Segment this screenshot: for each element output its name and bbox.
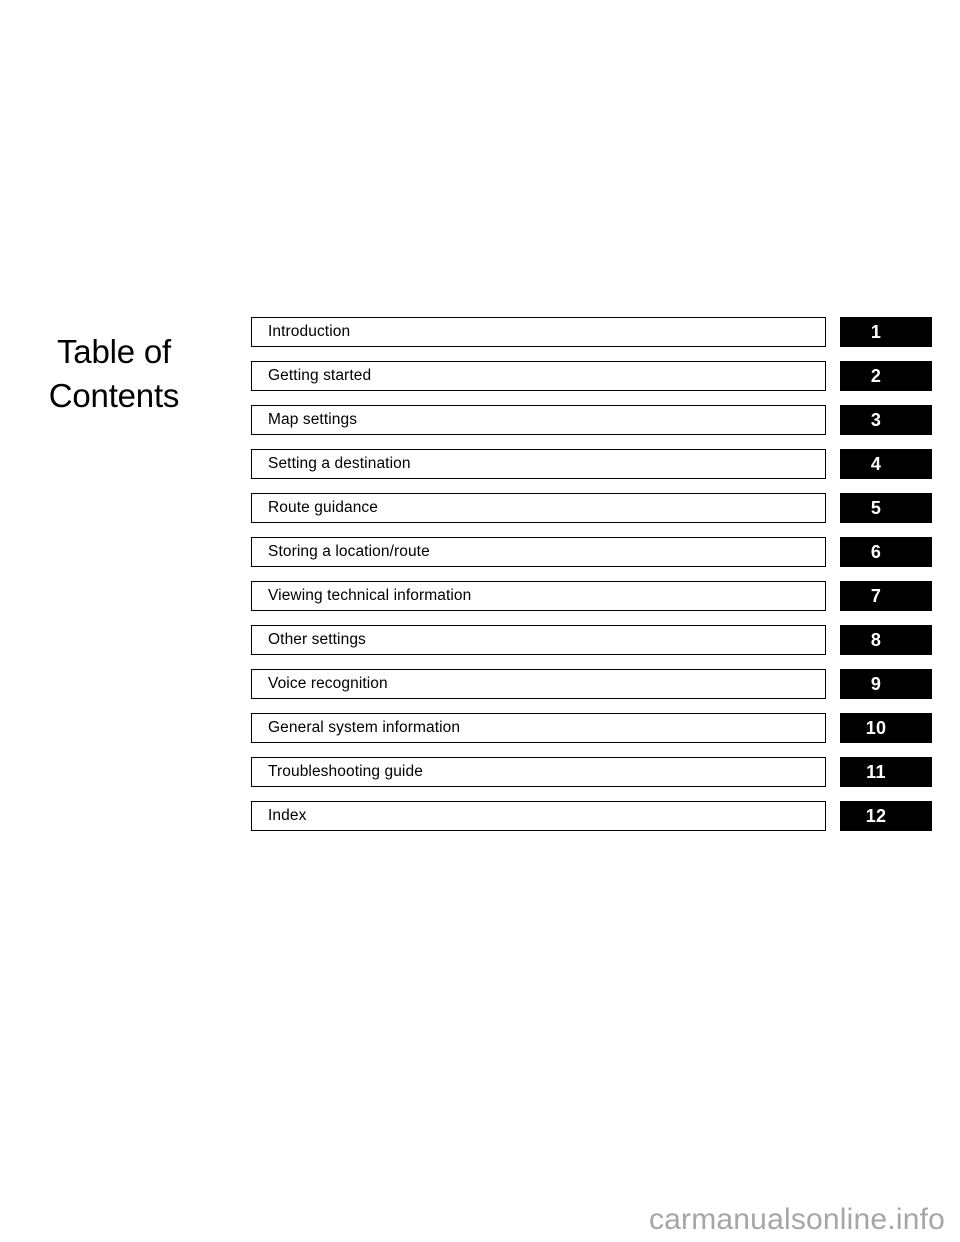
toc-entry-introduction[interactable]: Introduction: [251, 317, 826, 347]
toc-entry-viewing-technical-information[interactable]: Viewing technical information: [251, 581, 826, 611]
toc-row: Other settings 8: [251, 625, 932, 655]
toc-row: Troubleshooting guide 11: [251, 757, 932, 787]
toc-entry-voice-recognition[interactable]: Voice recognition: [251, 669, 826, 699]
toc-chapter-tab-4[interactable]: 4: [840, 449, 932, 479]
toc-chapter-number: 2: [870, 366, 882, 386]
toc-chapter-number: 12: [865, 806, 887, 826]
toc-chapter-tab-11[interactable]: 11: [840, 757, 932, 787]
toc-entry-label: Storing a location/route: [268, 543, 430, 561]
toc-chapter-tab-9[interactable]: 9: [840, 669, 932, 699]
toc-entry-storing-a-location-route[interactable]: Storing a location/route: [251, 537, 826, 567]
toc-chapter-tab-3[interactable]: 3: [840, 405, 932, 435]
toc-chapter-tab-5[interactable]: 5: [840, 493, 932, 523]
toc-chapter-number: 7: [870, 586, 882, 606]
toc-row: Index 12: [251, 801, 932, 831]
toc-row: Route guidance 5: [251, 493, 932, 523]
page-title-line-2: Contents: [48, 377, 180, 415]
toc-entry-troubleshooting-guide[interactable]: Troubleshooting guide: [251, 757, 826, 787]
toc-chapter-tab-12[interactable]: 12: [840, 801, 932, 831]
toc-entry-general-system-information[interactable]: General system information: [251, 713, 826, 743]
toc-row: Introduction 1: [251, 317, 932, 347]
toc-entry-label: Introduction: [268, 323, 351, 341]
toc-row: Setting a destination 4: [251, 449, 932, 479]
toc-entry-label: Map settings: [268, 411, 358, 429]
toc-entry-label: Index: [268, 807, 307, 825]
page-title-line-1: Table of: [57, 333, 171, 371]
toc-chapter-number: 8: [870, 630, 882, 650]
toc-entry-label: Route guidance: [268, 499, 378, 517]
toc-chapter-tab-1[interactable]: 1: [840, 317, 932, 347]
toc-entry-label: Setting a destination: [268, 455, 411, 473]
toc-chapter-tab-10[interactable]: 10: [840, 713, 932, 743]
toc-entry-setting-a-destination[interactable]: Setting a destination: [251, 449, 826, 479]
toc-entry-label: Voice recognition: [268, 675, 388, 693]
toc-entry-index[interactable]: Index: [251, 801, 826, 831]
site-watermark: carmanualsonline.info: [648, 1203, 945, 1236]
toc-entry-label: Other settings: [268, 631, 366, 649]
toc-entry-label: General system information: [268, 719, 461, 737]
document-page: Table of Contents Introduction 1 Getting…: [0, 0, 960, 1242]
toc-row: Getting started 2: [251, 361, 932, 391]
toc-chapter-number: 3: [870, 410, 882, 430]
toc-entry-route-guidance[interactable]: Route guidance: [251, 493, 826, 523]
toc-chapter-tab-7[interactable]: 7: [840, 581, 932, 611]
toc-chapter-number: 1: [870, 322, 882, 342]
toc-chapter-number: 10: [865, 718, 887, 738]
toc-entry-other-settings[interactable]: Other settings: [251, 625, 826, 655]
table-of-contents-list: Introduction 1 Getting started 2 Map set…: [251, 317, 932, 831]
toc-row: Viewing technical information 7: [251, 581, 932, 611]
toc-entry-map-settings[interactable]: Map settings: [251, 405, 826, 435]
toc-entry-label: Viewing technical information: [268, 587, 472, 605]
toc-chapter-tab-2[interactable]: 2: [840, 361, 932, 391]
toc-chapter-tab-6[interactable]: 6: [840, 537, 932, 567]
toc-chapter-number: 9: [870, 674, 882, 694]
toc-entry-label: Getting started: [268, 367, 372, 385]
toc-chapter-number: 4: [870, 454, 882, 474]
toc-row: General system information 10: [251, 713, 932, 743]
toc-chapter-tab-8[interactable]: 8: [840, 625, 932, 655]
toc-chapter-number: 11: [866, 762, 886, 782]
toc-row: Map settings 3: [251, 405, 932, 435]
page-title: Table of Contents: [30, 330, 198, 418]
toc-chapter-number: 6: [870, 542, 882, 562]
toc-row: Voice recognition 9: [251, 669, 932, 699]
toc-chapter-number: 5: [870, 498, 882, 518]
toc-row: Storing a location/route 6: [251, 537, 932, 567]
toc-entry-label: Troubleshooting guide: [268, 763, 423, 781]
toc-entry-getting-started[interactable]: Getting started: [251, 361, 826, 391]
